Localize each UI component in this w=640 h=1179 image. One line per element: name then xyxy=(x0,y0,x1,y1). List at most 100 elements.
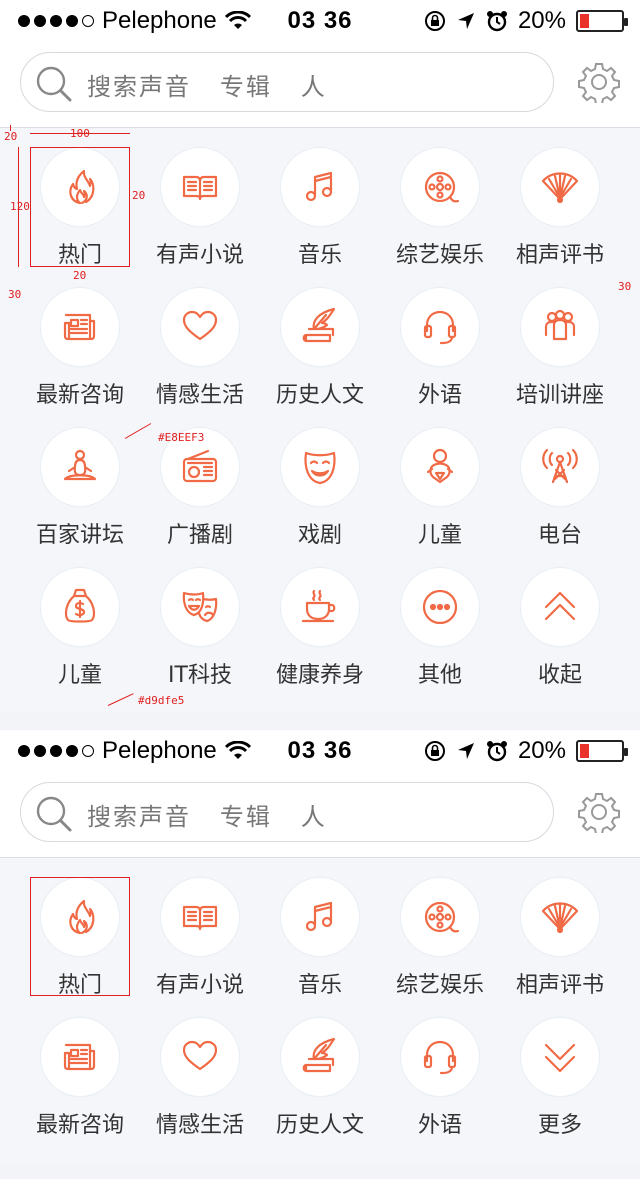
music-note-icon xyxy=(305,901,333,932)
color-annotation: #E8EEF3 xyxy=(158,431,205,444)
category-icon-circle xyxy=(520,147,600,227)
category-item[interactable]: 历史人文 xyxy=(260,269,380,409)
category-item[interactable]: 最新咨询 xyxy=(20,269,140,409)
category-item[interactable]: 广播剧 xyxy=(140,409,260,549)
group-icon xyxy=(544,309,576,341)
category-icon-circle xyxy=(40,1017,120,1097)
radio-icon xyxy=(182,449,218,483)
category-item[interactable]: 历史人文 xyxy=(260,999,380,1139)
category-label: 历史人文 xyxy=(275,1113,364,1138)
category-icon-circle xyxy=(280,567,360,647)
category-label: 有声小说 xyxy=(155,243,244,268)
cell-bounds-highlight xyxy=(30,877,130,996)
margin-annotation: 30 xyxy=(8,288,22,301)
category-label: 健康养身 xyxy=(275,663,364,688)
category-item[interactable]: 收起 xyxy=(500,549,620,689)
category-label: 音乐 xyxy=(297,973,342,998)
alarm-clock-icon xyxy=(486,11,507,32)
search-header: 搜索声音 专辑 人 xyxy=(0,772,640,858)
tea-cup-icon xyxy=(301,589,336,623)
book-icon xyxy=(182,175,218,201)
color-annotation: #d9dfe5 xyxy=(138,694,185,707)
opera-mask-icon xyxy=(304,451,336,485)
status-bar: Pelephone 03 36 20% xyxy=(0,0,640,42)
location-arrow-icon xyxy=(457,743,474,759)
music-note-icon xyxy=(305,171,333,202)
color-pointer xyxy=(107,693,134,706)
search-placeholder: 搜索声音 专辑 人 xyxy=(87,803,327,831)
alarm-clock-icon xyxy=(486,741,507,762)
newspaper-icon xyxy=(63,1043,96,1071)
category-item[interactable]: 最新咨询 xyxy=(20,999,140,1139)
search-icon xyxy=(36,796,72,832)
battery-icon xyxy=(576,10,628,32)
rotation-lock-icon xyxy=(424,741,445,761)
money-bag-icon xyxy=(64,588,96,623)
category-item[interactable]: 儿童 xyxy=(20,549,140,689)
category-item[interactable]: 相声评书 xyxy=(500,129,620,269)
category-item[interactable]: 健康养身 xyxy=(260,549,380,689)
category-icon-circle xyxy=(40,287,120,367)
battery-icon xyxy=(576,740,628,762)
category-label: 历史人文 xyxy=(275,383,364,408)
category-label: 其他 xyxy=(417,663,462,688)
category-icon-circle xyxy=(160,147,240,227)
category-item[interactable]: 综艺娱乐 xyxy=(380,129,500,269)
more-dots-icon xyxy=(422,589,458,625)
category-icon-circle xyxy=(280,877,360,957)
settings-gear-icon[interactable] xyxy=(578,61,620,103)
spacing-annotation: 20 xyxy=(132,189,146,202)
settings-gear-icon[interactable] xyxy=(578,791,620,833)
film-reel-icon xyxy=(424,901,460,933)
category-item[interactable]: 情感生活 xyxy=(140,269,260,409)
chevron-up-icon xyxy=(544,591,576,621)
category-label: 情感生活 xyxy=(155,1113,244,1138)
category-item[interactable]: 更多 xyxy=(500,999,620,1139)
category-item[interactable]: 电台 xyxy=(500,409,620,549)
category-label: 更多 xyxy=(537,1113,582,1138)
category-item[interactable]: 音乐 xyxy=(260,129,380,269)
category-item[interactable]: 戏剧 xyxy=(260,409,380,549)
category-item[interactable]: 其他 xyxy=(380,549,500,689)
category-label: 戏剧 xyxy=(297,523,342,548)
category-item[interactable]: 有声小说 xyxy=(140,859,260,999)
fan-icon xyxy=(541,902,579,934)
spacing-marker xyxy=(10,125,11,131)
category-label: 培训讲座 xyxy=(515,383,604,408)
category-item[interactable]: 外语 xyxy=(380,999,500,1139)
category-icon-circle xyxy=(160,287,240,367)
heart-icon xyxy=(182,310,218,341)
quill-books-icon xyxy=(302,307,336,343)
masks-icon xyxy=(182,591,218,623)
category-item[interactable]: 儿童 xyxy=(380,409,500,549)
film-reel-icon xyxy=(424,171,460,203)
category-icon-circle xyxy=(280,427,360,507)
category-item[interactable]: 外语 xyxy=(380,269,500,409)
category-item[interactable]: 有声小说 xyxy=(140,129,260,269)
category-icon-circle xyxy=(160,1017,240,1097)
category-icon-circle xyxy=(160,877,240,957)
spacing-annotation: 20 xyxy=(4,130,18,143)
category-icon-circle xyxy=(400,147,480,227)
search-input[interactable]: 搜索声音 专辑 人 xyxy=(20,52,554,112)
category-label: 电台 xyxy=(537,523,582,548)
newspaper-icon xyxy=(63,313,96,341)
category-item[interactable]: 情感生活 xyxy=(140,999,260,1139)
category-label: 最新咨询 xyxy=(35,383,124,408)
category-label: 相声评书 xyxy=(515,243,604,268)
category-item[interactable]: 培训讲座 xyxy=(500,269,620,409)
fan-icon xyxy=(541,172,579,204)
category-item[interactable]: 综艺娱乐 xyxy=(380,859,500,999)
category-item[interactable]: 相声评书 xyxy=(500,859,620,999)
category-label: 综艺娱乐 xyxy=(395,243,484,268)
category-label: 有声小说 xyxy=(155,973,244,998)
category-label: IT科技 xyxy=(168,663,232,688)
category-item[interactable]: 百家讲坛 xyxy=(20,409,140,549)
headset-icon xyxy=(423,310,457,345)
search-input[interactable]: 搜索声音 专辑 人 xyxy=(20,782,554,842)
category-item[interactable]: 音乐 xyxy=(260,859,380,999)
rotation-lock-icon xyxy=(424,11,445,31)
category-item[interactable]: IT科技 xyxy=(140,549,260,689)
category-label: 外语 xyxy=(417,383,462,408)
category-label: 情感生活 xyxy=(155,383,244,408)
